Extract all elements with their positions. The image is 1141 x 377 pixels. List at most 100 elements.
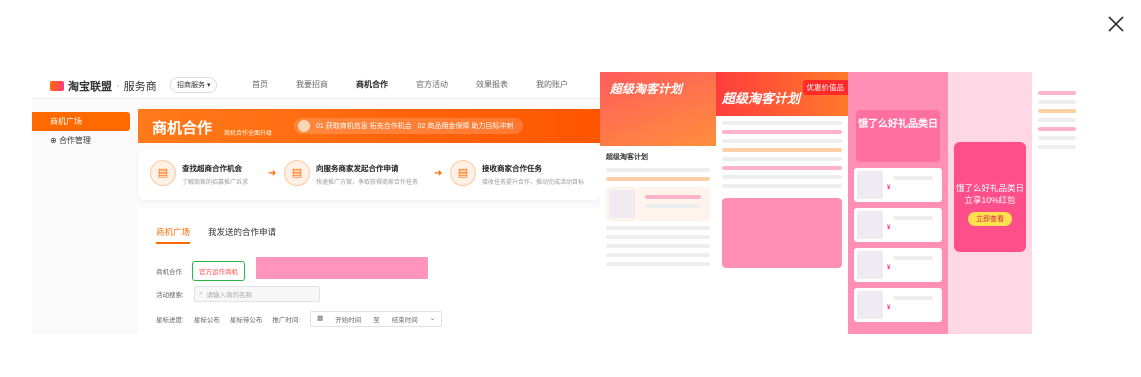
invite-dropdown[interactable]: 招商服务 ▾ — [170, 77, 218, 93]
filter-row-type: 商机合作 官方运作商机 — [156, 261, 245, 281]
main-nav: 首页 我要招商 商机合作 官方活动 效果报表 我的账户 — [252, 79, 568, 90]
avatar — [298, 120, 310, 132]
text-line — [1038, 136, 1076, 140]
document-icon: ▤ — [150, 160, 176, 186]
product-card: ¥ — [854, 168, 942, 202]
nav-account[interactable]: 我的账户 — [536, 79, 568, 90]
promo-view-button[interactable]: 立即查看 — [968, 212, 1012, 226]
arrow-right-icon: ➜ — [434, 168, 443, 179]
collage-tile-1: 超级淘客计划 超级淘客计划 — [600, 72, 716, 334]
text-line — [645, 204, 701, 208]
brand-logo: 淘宝联盟 · 服务商 — [50, 78, 157, 94]
filter-row-search: 活动搜索: ⌕ 请输入商的名称 — [156, 286, 320, 302]
text-line — [606, 235, 710, 239]
collage-tile-4: 饿了么好礼品类日 立享10%红包 立即查看 — [948, 72, 1032, 334]
text-line — [1038, 100, 1076, 104]
text-line — [893, 216, 933, 220]
text-line — [722, 148, 842, 152]
text-line — [722, 184, 842, 188]
logo-icon — [50, 81, 64, 91]
filter-label: 活动搜索: — [156, 292, 184, 299]
text-line — [645, 195, 701, 199]
text-line — [606, 177, 710, 181]
step-desc: 快速推广方案，争取获得商家合作任务 — [316, 180, 419, 186]
nav-invite[interactable]: 我要招商 — [296, 79, 328, 90]
date-separator: 至 — [373, 317, 380, 324]
text-line — [722, 166, 842, 170]
close-button[interactable] — [1104, 12, 1128, 36]
page-title: 商机合作 — [152, 120, 213, 137]
search-placeholder: 请输入商的名称 — [206, 292, 252, 299]
collage-tile-3: 饿了么好礼品类日 ¥ ¥ ¥ ¥ — [848, 72, 948, 334]
nav-cooperation[interactable]: 商机合作 — [356, 79, 388, 90]
screenshot-collage: 超级淘客计划 超级淘客计划 超级淘客计划 优惠价值品 饿了么好礼品类日 ¥ ¥ … — [600, 72, 1082, 334]
promo-card: 饿了么好礼品类日 立享10%红包 立即查看 — [954, 142, 1026, 252]
calendar-icon: ▦ — [317, 315, 324, 322]
text-line — [893, 296, 933, 300]
product-image — [857, 171, 883, 199]
tile-card-title: 超级淘客计划 — [606, 154, 648, 161]
tab-plaza[interactable]: 商机广场 — [156, 226, 191, 244]
filter-label: 星标进度: — [156, 317, 184, 324]
sidebar-item-manage[interactable]: ⊕ 合作管理 — [32, 131, 130, 150]
date-range-picker[interactable]: ▦ 开始时间 至 结束时间 ⌄ — [310, 311, 443, 327]
product-price: ¥ — [887, 305, 891, 311]
filter-option[interactable]: 星标待公布 — [230, 314, 263, 324]
page-subtitle: 商机合作全面升级 — [224, 131, 273, 137]
text-line — [606, 244, 710, 248]
step-2: ▤ 向服务商家发起合作申请 快速推广方案，争取获得商家合作任务 — [284, 160, 418, 186]
product-price: ¥ — [887, 265, 891, 271]
product-card: ¥ — [854, 248, 942, 282]
banner-step-1: 01 获取商机信息 拓充合作机会 — [316, 123, 412, 130]
step-3: ▤ 接收商家合作任务 接收任务提升合作，推动完成活动目标 — [450, 160, 584, 186]
text-line — [722, 130, 842, 134]
collage-tile-5 — [1032, 72, 1082, 334]
date-end: 结束时间 — [391, 317, 418, 324]
nav-home[interactable]: 首页 — [252, 79, 268, 90]
brand-sub: 服务商 — [123, 81, 157, 93]
date-start: 开始时间 — [335, 317, 362, 324]
promo-title: 饿了么好礼品类日 — [955, 183, 1024, 193]
text-line — [722, 121, 842, 125]
filter-chip-official[interactable]: 官方运作商机 — [192, 261, 245, 281]
product-image — [857, 291, 883, 319]
step-title: 查找超商合作机会 — [182, 164, 242, 173]
tab-my-requests[interactable]: 我发送的合作申请 — [208, 226, 276, 244]
sidebar-item-plaza[interactable]: 商机广场 — [32, 112, 130, 131]
settings-icon: ⊕ — [50, 136, 57, 145]
product-card: ¥ — [854, 288, 942, 322]
tile-title: 饿了么好礼品类日 — [856, 110, 940, 162]
text-line — [606, 168, 710, 172]
text-line — [606, 253, 710, 257]
text-line — [606, 226, 710, 230]
text-line — [1038, 127, 1076, 131]
product-price: ¥ — [887, 225, 891, 231]
status-bar — [848, 72, 948, 86]
screenshot-taobao-alliance: 淘宝联盟 · 服务商 招商服务 ▾ 首页 我要招商 商机合作 官方活动 效果报表… — [32, 72, 600, 334]
top-navigation-bar: 淘宝联盟 · 服务商 招商服务 ▾ 首页 我要招商 商机合作 官方活动 效果报表… — [32, 72, 600, 99]
product-image — [857, 211, 883, 239]
opportunity-card: 商机广场 我发送的合作申请 商机合作 官方运作商机 活动搜索: ⌕ 请输入商的名… — [138, 208, 600, 334]
redacted-region — [256, 257, 428, 279]
chevron-down-icon: ⌄ — [429, 315, 436, 322]
nav-activities[interactable]: 官方活动 — [416, 79, 448, 90]
text-line — [606, 262, 710, 266]
process-steps: ▤ 查找超商合作机会 了解商家的招募推广诉求 ➜ ▤ 向服务商家发起合作申请 快… — [138, 150, 600, 200]
promo-image — [722, 198, 842, 268]
brand-separator: · — [116, 80, 120, 92]
product-image — [857, 251, 883, 279]
search-input[interactable]: ⌕ 请输入商的名称 — [193, 286, 320, 302]
step-title: 接收商家合作任务 — [482, 164, 542, 173]
sidebar-item-label: 商机广场 — [50, 117, 82, 126]
sidebar: 商机广场 ⊕ 合作管理 — [32, 112, 130, 150]
text-line — [1038, 109, 1076, 113]
filter-row-progress: 星标进度: 星标公布 星标待公布 推广时间: ▦ 开始时间 至 结束时间 ⌄ — [156, 311, 443, 327]
step-title: 向服务商家发起合作申请 — [316, 164, 399, 173]
text-line — [1038, 118, 1076, 122]
nav-reports[interactable]: 效果报表 — [476, 79, 508, 90]
banner-step-2: 02 商品佣金保障 助力目标冲刺 — [417, 123, 514, 130]
tile-title: 超级淘客计划 — [600, 72, 716, 146]
chevron-down-icon: ▾ — [206, 82, 211, 89]
filter-option[interactable]: 星标公布 — [194, 314, 220, 324]
document-icon: ▤ — [284, 160, 310, 186]
